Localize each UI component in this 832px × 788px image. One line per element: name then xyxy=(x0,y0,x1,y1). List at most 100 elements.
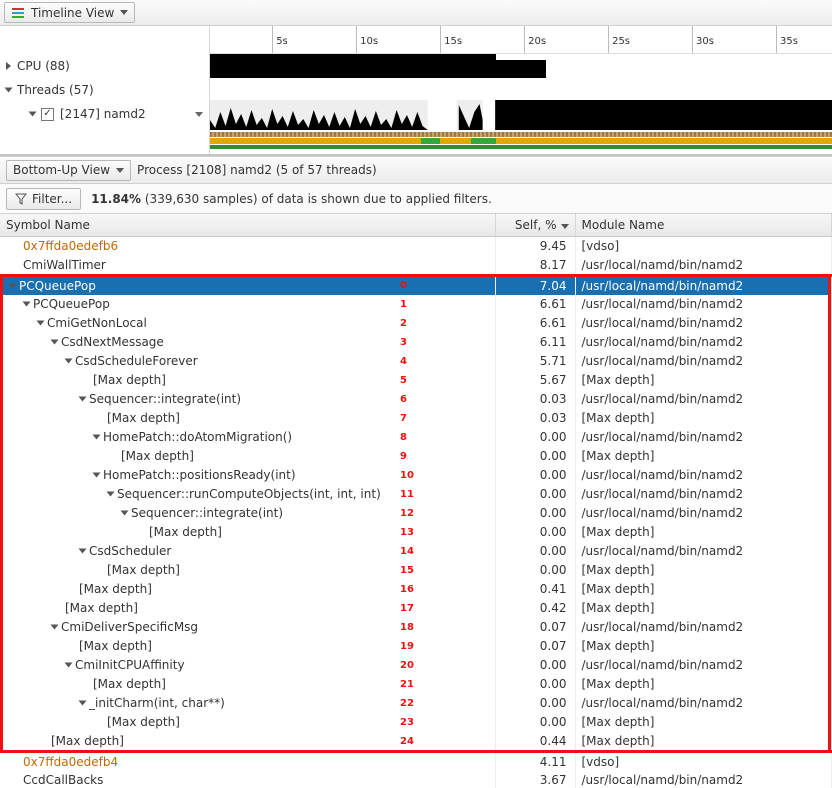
expand-toggle-icon[interactable] xyxy=(107,492,115,497)
timeline-canvas[interactable]: 5s10s15s20s25s30s35s xyxy=(210,26,832,154)
expand-toggle-icon[interactable] xyxy=(121,511,129,516)
module-name: [Max depth] xyxy=(575,637,832,656)
table-row[interactable]: [Max depth]0.03[Max depth] xyxy=(0,409,832,428)
symbol-name: _initCharm(int, char**) xyxy=(89,696,225,710)
table-row[interactable]: [Max depth]0.00[Max depth] xyxy=(0,713,832,732)
module-name: [Max depth] xyxy=(575,561,832,580)
self-percent: 4.11 xyxy=(495,751,575,771)
table-row[interactable]: [Max depth]0.07[Max depth] xyxy=(0,637,832,656)
table-row[interactable]: CmiWallTimer8.17/usr/local/namd/bin/namd… xyxy=(0,256,832,276)
self-percent: 0.00 xyxy=(495,656,575,675)
chevron-down-icon xyxy=(29,112,37,117)
symbol-name: [Max depth] xyxy=(121,449,194,463)
col-symbol[interactable]: Symbol Name xyxy=(0,214,495,237)
expand-toggle-icon[interactable] xyxy=(93,435,101,440)
symbol-name: [Max depth] xyxy=(79,639,152,653)
self-percent: 0.07 xyxy=(495,618,575,637)
process-checkbox[interactable]: ✓ xyxy=(41,108,54,121)
module-name: [Max depth] xyxy=(575,371,832,390)
table-row[interactable]: 0x7ffda0edefb69.45[vdso] xyxy=(0,237,832,256)
module-name: /usr/local/namd/bin/namd2 xyxy=(575,428,832,447)
analysis-view-selector[interactable]: Bottom-Up View xyxy=(6,160,131,181)
expand-toggle-icon[interactable] xyxy=(23,302,31,307)
table-row[interactable]: [Max depth]0.44[Max depth] xyxy=(0,732,832,752)
symbol-name: CmiWallTimer xyxy=(23,258,106,272)
table-row[interactable]: Sequencer::runComputeObjects(int, int, i… xyxy=(0,485,832,504)
table-row[interactable]: CcdCallBacks3.67/usr/local/namd/bin/namd… xyxy=(0,771,832,788)
filter-button[interactable]: Filter... xyxy=(6,188,81,210)
process-row[interactable]: ✓ [2147] namd2 xyxy=(0,102,209,126)
self-percent: 0.00 xyxy=(495,523,575,542)
col-module-label: Module Name xyxy=(582,218,665,232)
view-toolbar: Bottom-Up View Process [2108] namd2 (5 o… xyxy=(0,156,832,184)
table-row[interactable]: CmiInitCPUAffinity0.00/usr/local/namd/bi… xyxy=(0,656,832,675)
symbol-name: [Max depth] xyxy=(93,677,166,691)
self-percent: 3.67 xyxy=(495,771,575,788)
module-name: /usr/local/namd/bin/namd2 xyxy=(575,771,832,788)
self-percent: 0.00 xyxy=(495,713,575,732)
funnel-icon xyxy=(15,193,27,205)
table-row[interactable]: [Max depth]0.00[Max depth] xyxy=(0,675,832,694)
self-percent: 0.00 xyxy=(495,561,575,580)
module-name: [vdso] xyxy=(575,237,832,256)
cpu-label: CPU (88) xyxy=(17,59,203,73)
table-row[interactable]: [Max depth]0.00[Max depth] xyxy=(0,561,832,580)
expand-toggle-icon[interactable] xyxy=(79,701,87,706)
table-row[interactable]: Sequencer::integrate(int)0.00/usr/local/… xyxy=(0,504,832,523)
table-row[interactable]: PCQueuePop7.04/usr/local/namd/bin/namd2 xyxy=(0,275,832,295)
timeline-panel: CPU (88) Threads (57) ✓ [2147] namd2 5s1… xyxy=(0,26,832,156)
expand-toggle-icon[interactable] xyxy=(79,549,87,554)
self-percent: 8.17 xyxy=(495,256,575,276)
self-percent: 6.11 xyxy=(495,333,575,352)
self-percent: 0.41 xyxy=(495,580,575,599)
self-percent: 7.04 xyxy=(495,275,575,295)
symbol-name: 0x7ffda0edefb4 xyxy=(23,755,118,769)
module-name: [Max depth] xyxy=(575,580,832,599)
expand-toggle-icon[interactable] xyxy=(9,283,17,288)
self-percent: 9.45 xyxy=(495,237,575,256)
table-row[interactable]: CsdNextMessage6.11/usr/local/namd/bin/na… xyxy=(0,333,832,352)
table-row[interactable]: CsdScheduler0.00/usr/local/namd/bin/namd… xyxy=(0,542,832,561)
table-row[interactable]: Sequencer::integrate(int)0.03/usr/local/… xyxy=(0,390,832,409)
expand-toggle-icon[interactable] xyxy=(51,625,59,630)
view-selector[interactable]: Timeline View xyxy=(4,2,135,23)
table-row[interactable]: [Max depth]0.00[Max depth] xyxy=(0,447,832,466)
symbol-name: CsdScheduleForever xyxy=(75,354,198,368)
table-row[interactable]: HomePatch::doAtomMigration()0.00/usr/loc… xyxy=(0,428,832,447)
threads-row[interactable]: Threads (57) xyxy=(0,78,209,102)
self-percent: 0.00 xyxy=(495,694,575,713)
expand-toggle-icon[interactable] xyxy=(93,473,101,478)
col-self[interactable]: Self, % xyxy=(495,214,575,237)
table-row[interactable]: [Max depth]0.42[Max depth] xyxy=(0,599,832,618)
results-table-wrap[interactable]: Symbol Name Self, % Module Name 0x7ffda0… xyxy=(0,214,832,788)
self-percent: 0.07 xyxy=(495,637,575,656)
symbol-name: [Max depth] xyxy=(107,411,180,425)
table-row[interactable]: 0x7ffda0edefb44.11[vdso] xyxy=(0,751,832,771)
expand-toggle-icon[interactable] xyxy=(37,321,45,326)
table-row[interactable]: [Max depth]0.41[Max depth] xyxy=(0,580,832,599)
symbol-name: PCQueuePop xyxy=(33,297,110,311)
module-name: /usr/local/namd/bin/namd2 xyxy=(575,352,832,371)
module-name: /usr/local/namd/bin/namd2 xyxy=(575,618,832,637)
table-row[interactable]: _initCharm(int, char**)0.00/usr/local/na… xyxy=(0,694,832,713)
self-percent: 0.00 xyxy=(495,428,575,447)
table-row[interactable]: PCQueuePop6.61/usr/local/namd/bin/namd2 xyxy=(0,295,832,314)
self-percent: 0.00 xyxy=(495,485,575,504)
table-row[interactable]: CmiDeliverSpecificMsg0.07/usr/local/namd… xyxy=(0,618,832,637)
table-row[interactable]: HomePatch::positionsReady(int)0.00/usr/l… xyxy=(0,466,832,485)
table-row[interactable]: [Max depth]0.00[Max depth] xyxy=(0,523,832,542)
expand-toggle-icon[interactable] xyxy=(51,340,59,345)
symbol-name: CmiGetNonLocal xyxy=(47,316,147,330)
expand-toggle-icon[interactable] xyxy=(65,359,73,364)
table-row[interactable]: CsdScheduleForever5.71/usr/local/namd/bi… xyxy=(0,352,832,371)
expand-toggle-icon[interactable] xyxy=(79,397,87,402)
col-module[interactable]: Module Name xyxy=(575,214,832,237)
cpu-row[interactable]: CPU (88) xyxy=(0,54,209,78)
time-ruler: 5s10s15s20s25s30s35s xyxy=(210,26,832,54)
expand-toggle-icon[interactable] xyxy=(65,663,73,668)
self-percent: 0.00 xyxy=(495,466,575,485)
table-row[interactable]: CmiGetNonLocal6.61/usr/local/namd/bin/na… xyxy=(0,314,832,333)
view-selector-label: Timeline View xyxy=(31,6,114,20)
table-row[interactable]: [Max depth]5.67[Max depth] xyxy=(0,371,832,390)
symbol-name: PCQueuePop xyxy=(19,279,96,293)
